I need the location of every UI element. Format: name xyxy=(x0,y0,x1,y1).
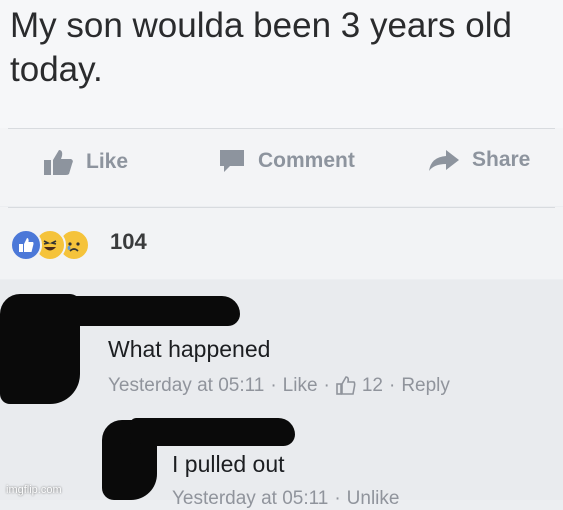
separator: · xyxy=(389,375,396,396)
reaction-icons xyxy=(10,229,90,261)
comment-meta: Yesterday at 05:11 · Unlike xyxy=(172,488,399,510)
comment-text: I pulled out xyxy=(172,451,285,477)
comment-like-count: 12 xyxy=(361,375,383,396)
thumbs-up-outline-icon xyxy=(336,376,356,395)
share-button[interactable]: Share xyxy=(428,148,530,172)
like-label: Like xyxy=(86,150,129,173)
post-text: My son woulda been 3 years old today. xyxy=(10,6,512,89)
share-label: Share xyxy=(472,148,531,171)
like-button[interactable]: Like xyxy=(44,148,128,176)
comment-reply-link[interactable]: Reply xyxy=(401,375,450,397)
redaction-mark xyxy=(60,296,240,326)
comment-meta: Yesterday at 05:11 · Like · 12 · Reply xyxy=(108,375,450,397)
separator: · xyxy=(323,375,330,396)
comment-time[interactable]: Yesterday at 05:11 xyxy=(108,375,264,397)
share-icon xyxy=(429,150,459,171)
separator: · xyxy=(334,488,341,509)
divider xyxy=(8,207,555,208)
post: My son woulda been 3 years old today. xyxy=(0,0,563,128)
comment-icon xyxy=(220,150,244,172)
reaction-count: 104 xyxy=(110,229,147,254)
comment-text: What happened xyxy=(108,336,271,362)
comment-button[interactable]: Comment xyxy=(218,148,355,174)
reactions-row[interactable]: 104 xyxy=(0,207,563,279)
comment-label: Comment xyxy=(258,149,355,172)
comment-time[interactable]: Yesterday at 05:11 xyxy=(172,488,328,510)
comment-like-link[interactable]: Like xyxy=(283,375,318,397)
thumbs-up-icon xyxy=(44,150,73,175)
comments-section: What happened Yesterday at 05:11 · Like … xyxy=(0,280,563,509)
post-actions-bar: Like Comment Share xyxy=(0,128,563,206)
comment-unlike-link[interactable]: Unlike xyxy=(347,488,400,510)
separator: · xyxy=(270,375,277,396)
redaction-mark xyxy=(130,418,295,446)
imgflip-watermark: imgflip.com xyxy=(6,484,62,496)
like-reaction-icon xyxy=(10,229,42,261)
divider xyxy=(8,128,555,129)
